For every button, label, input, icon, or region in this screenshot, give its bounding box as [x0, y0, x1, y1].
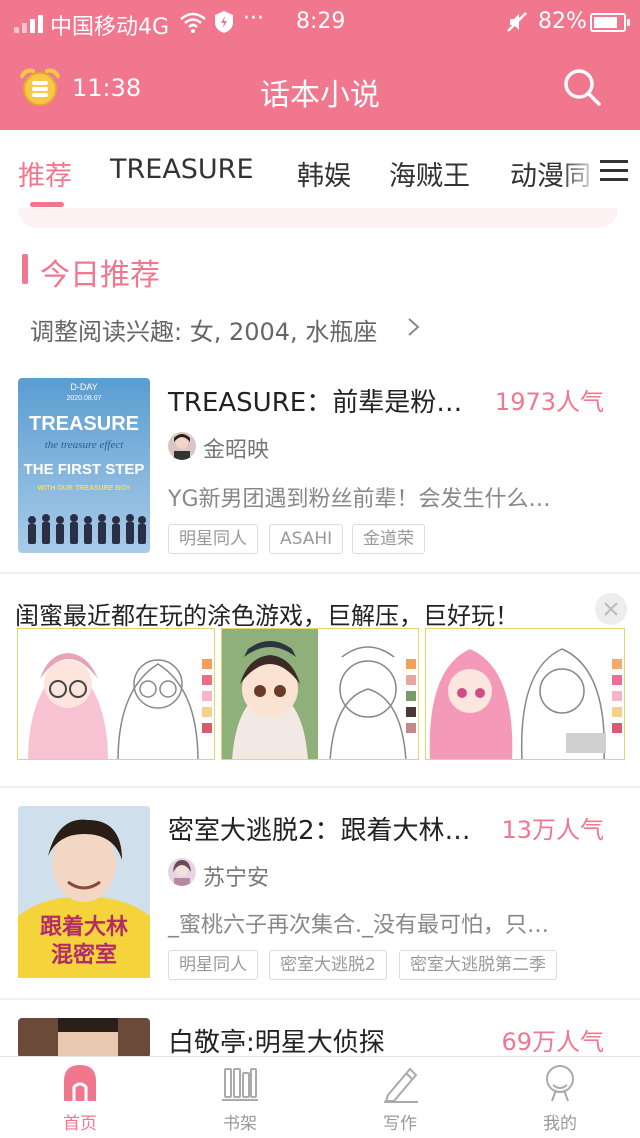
popularity-count: 1973人气: [494, 388, 604, 416]
coloring-panel: [17, 628, 215, 760]
book-card[interactable]: 跟着大林 混密室 密室大逃脱2：跟着大林… 13万人气 苏宁安 _蜜桃六子再次集…: [0, 806, 640, 1006]
status-time: 8:29: [296, 9, 346, 34]
more-status-icon: ···: [243, 6, 264, 31]
menu-icon[interactable]: [596, 156, 630, 186]
popularity-count: 69万人气: [501, 1028, 604, 1056]
author-name: 苏宁安: [203, 866, 270, 891]
battery-percent: 82%: [538, 9, 587, 34]
section-accent-bar: [22, 254, 28, 284]
book-tag[interactable]: 明星同人: [168, 950, 258, 980]
svg-text:THE FIRST STEP: THE FIRST STEP: [24, 461, 145, 478]
svg-text:D-DAY: D-DAY: [70, 382, 97, 392]
battery-icon: [590, 13, 630, 32]
book-tag[interactable]: 密室大逃脱2: [269, 950, 387, 980]
nav-write[interactable]: 写作: [360, 1063, 440, 1134]
signal-icon: [14, 13, 44, 33]
ad-close-icon[interactable]: [594, 592, 628, 626]
bookshelf-icon: [222, 1068, 258, 1101]
book-tag[interactable]: ASAHI: [269, 524, 344, 554]
author-avatar: [168, 858, 196, 886]
carrier-label: 中国移动4G: [50, 15, 170, 40]
pen-icon: [384, 1067, 418, 1103]
ad-title[interactable]: 闺蜜最近都在玩的涂色游戏，巨解压，巨好玩！: [15, 596, 519, 631]
book-description: _蜜桃六子再次集合._没有最可怕，只…: [168, 913, 549, 938]
mute-icon: [507, 12, 527, 32]
book-tag[interactable]: 密室大逃脱第二季: [399, 950, 557, 980]
svg-text:WITH OUR TREASURE BOY: WITH OUR TREASURE BOY: [38, 485, 131, 492]
section-title: 今日推荐: [40, 258, 160, 293]
shield-icon: [215, 11, 233, 33]
ad-image[interactable]: [17, 628, 625, 760]
chevron-right-icon[interactable]: [407, 317, 421, 337]
svg-text:the treasure effect: the treasure effect: [45, 439, 125, 451]
nav-bookshelf[interactable]: 书架: [200, 1063, 280, 1134]
profile-icon: [546, 1065, 574, 1102]
search-icon[interactable]: [561, 66, 603, 108]
svg-text:跟着大林: 跟着大林: [40, 914, 128, 940]
book-title[interactable]: 白敬亭:明星大侦探: [168, 1022, 385, 1059]
author-name: 金昭映: [203, 438, 270, 463]
book-cover[interactable]: [18, 1018, 150, 1058]
category-tabs: 推荐 TREASURE 韩娱 海贼王 动漫同: [0, 130, 640, 210]
book-cover[interactable]: 跟着大林 混密室: [18, 806, 150, 981]
tab-korean-ent[interactable]: 韩娱: [297, 154, 351, 193]
active-tab-indicator: [30, 202, 64, 207]
app-bar: 11:38 话本小说: [0, 58, 640, 120]
tab-one-piece[interactable]: 海贼王: [389, 154, 470, 193]
adjust-interest-link[interactable]: 调整阅读兴趣: 女, 2004, 水瓶座: [30, 312, 377, 347]
book-title[interactable]: 密室大逃脱2：跟着大林…: [168, 810, 471, 847]
bottom-nav: 首页 书架 写作 我的: [0, 1056, 640, 1138]
wifi-icon: [180, 12, 206, 33]
book-card[interactable]: 白敬亭:明星大侦探 69万人气: [0, 1018, 640, 1058]
book-tag[interactable]: 金道荣: [352, 524, 425, 554]
popularity-count: 13万人气: [501, 816, 604, 844]
coloring-panel: [221, 628, 419, 760]
tab-treasure[interactable]: TREASURE: [110, 154, 254, 185]
book-tag[interactable]: 明星同人: [168, 524, 258, 554]
book-cover[interactable]: D-DAY 2020.08.07 TREASURE the treasure e…: [18, 378, 150, 553]
coloring-panel: [425, 628, 625, 760]
author-avatar: [168, 432, 196, 460]
svg-text:2020.08.07: 2020.08.07: [66, 395, 101, 402]
banner-edge: [18, 208, 618, 228]
svg-text:TREASURE: TREASURE: [29, 413, 139, 435]
book-title[interactable]: TREASURE：前辈是粉…: [168, 382, 462, 419]
book-description: YG新男团遇到粉丝前辈！会发生什么…: [168, 487, 551, 512]
svg-text:混密室: 混密室: [51, 942, 117, 968]
book-card[interactable]: D-DAY 2020.08.07 TREASURE the treasure e…: [0, 378, 640, 578]
app-title: 话本小说: [260, 78, 380, 113]
status-bar: 中国移动4G ··· 8:29 82%: [0, 0, 640, 46]
home-icon: [64, 1065, 96, 1101]
app-header: 中国移动4G ··· 8:29 82% 11:38 话本小说: [0, 0, 640, 130]
nav-profile[interactable]: 我的: [520, 1063, 600, 1134]
nav-home[interactable]: 首页: [40, 1063, 120, 1134]
tab-recommend[interactable]: 推荐: [18, 154, 72, 193]
ad-banner[interactable]: 闺蜜最近都在玩的涂色游戏，巨解压，巨好玩！: [0, 574, 640, 786]
